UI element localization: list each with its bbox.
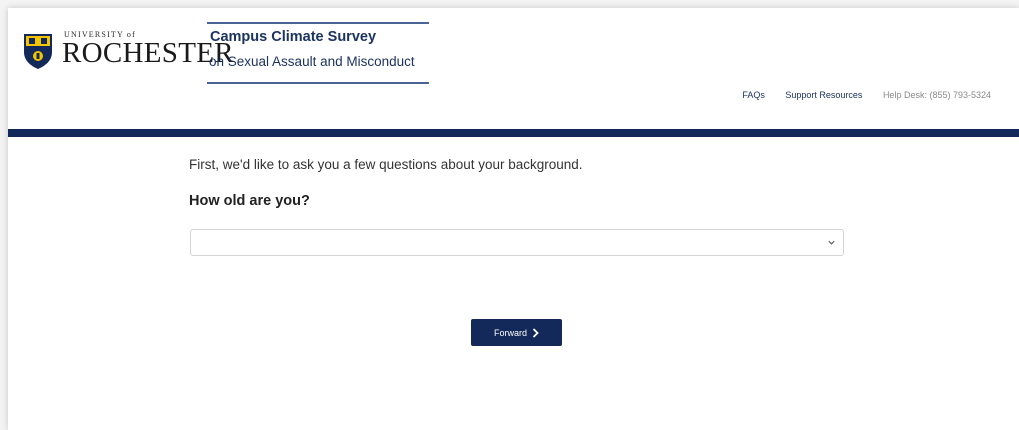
top-nav: FAQs Support Resources Help Desk: (855) …	[724, 90, 991, 100]
survey-title: Campus Climate Survey	[210, 29, 377, 45]
age-select[interactable]	[190, 229, 844, 256]
chevron-down-icon	[828, 240, 835, 245]
survey-subtitle: on Sexual Assault and Misconduct	[209, 54, 415, 69]
header-divider-bar	[8, 129, 1019, 137]
university-seal-icon	[24, 34, 52, 69]
faqs-link[interactable]: FAQs	[742, 90, 765, 100]
question-heading: How old are you?	[189, 193, 310, 209]
support-resources-link[interactable]: Support Resources	[785, 90, 862, 100]
survey-title-block: Campus Climate Survey on Sexual Assault …	[207, 22, 429, 84]
intro-text: First, we'd like to ask you a few questi…	[189, 157, 583, 172]
survey-page: UNIVERSITY of ROCHESTER Campus Climate S…	[8, 8, 1019, 430]
header: UNIVERSITY of ROCHESTER Campus Climate S…	[8, 8, 1019, 128]
university-logo[interactable]: UNIVERSITY of ROCHESTER	[22, 30, 234, 82]
chevron-right-icon	[532, 327, 539, 338]
help-desk-text: Help Desk: (855) 793-5324	[882, 90, 991, 100]
forward-button[interactable]: Forward	[471, 319, 562, 346]
forward-button-label: Forward	[493, 327, 527, 338]
